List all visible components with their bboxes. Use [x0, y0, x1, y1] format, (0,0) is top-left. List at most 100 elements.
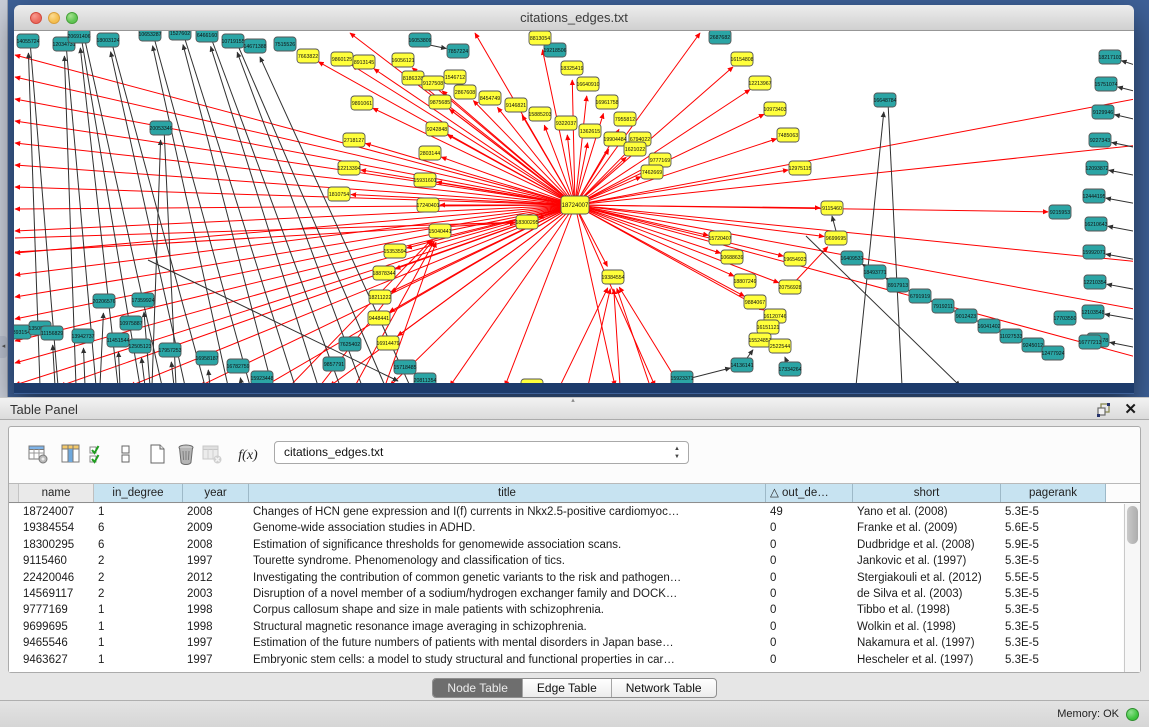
table-cell[interactable]: 0 — [766, 635, 853, 651]
graph-node[interactable]: 18724007 — [561, 196, 589, 214]
graph-edge[interactable] — [141, 358, 145, 383]
memory-ok-indicator[interactable] — [1126, 708, 1139, 721]
table-cell[interactable]: 0 — [766, 570, 853, 586]
graph-edge[interactable] — [1105, 314, 1133, 320]
graph-node[interactable]: 16409531 — [840, 251, 863, 265]
column-header-year[interactable]: year — [183, 484, 249, 502]
table-cell[interactable]: 1997 — [183, 553, 249, 569]
table-cell[interactable]: 5.3E-5 — [1001, 602, 1106, 618]
table-cell[interactable]: 0 — [766, 602, 853, 618]
graph-node[interactable]: 8454749 — [479, 91, 501, 105]
table-cell[interactable]: Changes of HCN gene expression and I(f) … — [249, 504, 766, 520]
window-titlebar[interactable]: citations_edges.txt — [14, 5, 1134, 31]
graph-node[interactable]: 18300295 — [515, 215, 538, 229]
graph-node[interactable]: 9860125 — [331, 52, 353, 66]
graph-node[interactable]: 10719155 — [221, 34, 244, 48]
table-cell[interactable]: 6 — [94, 537, 183, 553]
graph-node[interactable]: 9699695 — [825, 231, 847, 245]
table-cell[interactable]: 9465546 — [19, 635, 94, 651]
function-builder-button[interactable]: f(x) — [235, 443, 261, 469]
graph-node[interactable]: 15992071 — [1082, 245, 1105, 259]
graph-edge[interactable] — [560, 288, 608, 383]
table-cell[interactable]: 18724007 — [19, 504, 94, 520]
graph-node[interactable]: 19904484 — [603, 132, 626, 146]
graph-edge[interactable] — [260, 57, 410, 383]
table-cell[interactable]: 22420046 — [19, 570, 94, 586]
graph-edge[interactable] — [575, 139, 777, 205]
graph-node[interactable]: 1810754 — [328, 187, 350, 201]
graph-node[interactable]: 16648784 — [873, 93, 896, 107]
graph-edge[interactable] — [575, 205, 820, 208]
table-cell[interactable]: 1997 — [183, 635, 249, 651]
scrollbar-thumb[interactable] — [1127, 506, 1138, 544]
graph-node[interactable]: 19654923 — [783, 252, 806, 266]
graph-node[interactable]: 9891061 — [351, 96, 373, 110]
graph-node[interactable]: 10688639 — [720, 250, 743, 264]
table-row[interactable]: 946554611997Estimation of the future num… — [9, 635, 1123, 651]
graph-node[interactable]: 9227343 — [1089, 133, 1111, 147]
table-body[interactable]: 1872400712008Changes of HCN gene express… — [9, 504, 1123, 672]
graph-node[interactable]: 10653287 — [138, 31, 161, 41]
graph-edge[interactable] — [15, 55, 575, 205]
table-cell[interactable]: 2 — [94, 586, 183, 602]
graph-node[interactable]: 1621022 — [624, 142, 646, 156]
graph-node[interactable]: 16053809 — [408, 33, 431, 47]
graph-edge[interactable] — [119, 352, 120, 383]
table-selector-dropdown[interactable]: citations_edges.txt ▲▼ — [274, 441, 689, 464]
table-cell[interactable]: 1 — [94, 619, 183, 635]
table-cell[interactable]: Yano et al. (2008) — [853, 504, 1001, 520]
table-cell[interactable]: Genome-wide association studies in ADHD. — [249, 520, 766, 536]
graph-node[interactable]: 6791919 — [909, 289, 931, 303]
table-row[interactable]: 977716911998Corpus callosum shape and si… — [9, 602, 1123, 618]
table-cell[interactable]: Tourette syndrome. Phenomenology and cla… — [249, 553, 766, 569]
table-cell[interactable]: 1998 — [183, 619, 249, 635]
panel-collapse-handle[interactable]: ◂ — [0, 336, 7, 358]
table-cell[interactable]: Hescheler et al. (1997) — [853, 652, 1001, 668]
table-panel-header[interactable]: ▴ Table Panel ✕ — [0, 397, 1149, 420]
column-header-title[interactable]: title — [249, 484, 766, 502]
table-cell[interactable]: Embryonic stem cells: a model to study s… — [249, 652, 766, 668]
graph-edge[interactable] — [614, 289, 620, 383]
graph-node[interactable]: 17703550 — [1053, 311, 1076, 325]
graph-edge[interactable] — [1121, 61, 1133, 66]
table-cell[interactable]: 2009 — [183, 520, 249, 536]
graph-edge[interactable] — [575, 33, 700, 205]
new-table-button[interactable] — [144, 443, 170, 469]
graph-node[interactable]: 11451544 — [107, 333, 130, 347]
graph-node[interactable]: 14671388 — [243, 39, 266, 53]
graph-node[interactable]: 16782759 — [226, 359, 249, 373]
graph-node[interactable]: 12477924 — [1041, 346, 1064, 360]
table-cell[interactable]: 49 — [766, 504, 853, 520]
graph-edge[interactable] — [1118, 87, 1133, 92]
graph-node[interactable]: 1362615 — [579, 124, 601, 138]
graph-node[interactable]: 7919211 — [932, 299, 954, 313]
network-graph[interactable]: 1405572412034731206914061800312410653287… — [14, 31, 1133, 383]
graph-node[interactable]: 15720407 — [708, 231, 731, 245]
graph-node[interactable]: 17359924 — [131, 293, 154, 307]
table-row[interactable]: 946362711997Embryonic stem cells: a mode… — [9, 652, 1123, 668]
graph-edge[interactable] — [505, 205, 575, 383]
table-cell[interactable]: 9115460 — [19, 553, 94, 569]
graph-node[interactable]: 2803144 — [419, 146, 441, 160]
graph-node[interactable]: 18493771 — [863, 265, 886, 279]
graph-edge[interactable] — [171, 362, 174, 383]
graph-node[interactable]: 15923371 — [670, 371, 693, 383]
graph-node[interactable]: 20811354 — [414, 373, 437, 383]
graph-node[interactable]: 16210643 — [1084, 217, 1107, 231]
table-row[interactable]: 969969511998Structural magnetic resonanc… — [9, 619, 1123, 635]
graph-node[interactable]: 9129946 — [1092, 105, 1114, 119]
delete-table-button[interactable] — [173, 443, 199, 469]
graph-node[interactable]: 16041402 — [977, 319, 1000, 333]
graph-edge[interactable] — [1110, 342, 1133, 348]
graph-node[interactable]: 16777213 — [1078, 335, 1101, 349]
table-cell[interactable]: 5.3E-5 — [1001, 652, 1106, 668]
graph-node[interactable]: 9448441 — [368, 311, 390, 325]
graph-node[interactable]: 20756928 — [778, 280, 801, 294]
show-column-button[interactable] — [58, 443, 84, 469]
table-cell[interactable]: Tibbo et al. (1998) — [853, 602, 1001, 618]
graph-node[interactable]: 18217103 — [1098, 50, 1121, 64]
graph-node[interactable]: 15751074 — [1094, 77, 1117, 91]
table-cell[interactable]: Structural magnetic resonance image aver… — [249, 619, 766, 635]
graph-node[interactable]: 20206576 — [92, 294, 115, 308]
graph-node[interactable]: 8186328 — [402, 71, 424, 85]
